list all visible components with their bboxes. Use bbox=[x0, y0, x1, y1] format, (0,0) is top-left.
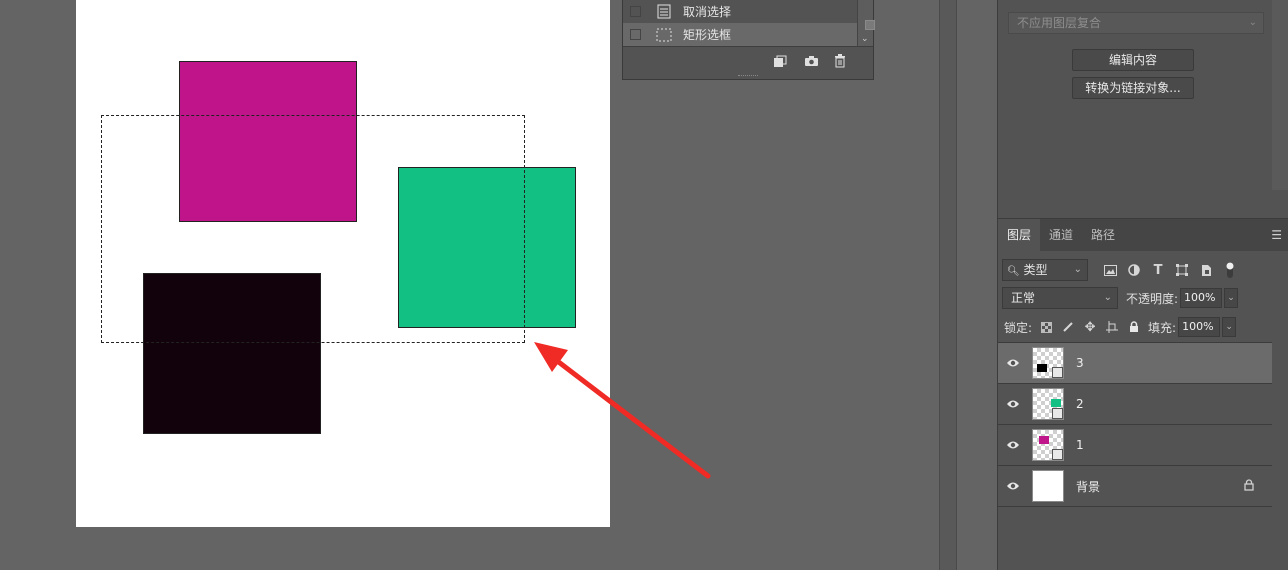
layer-name[interactable]: 背景 bbox=[1076, 478, 1100, 495]
smart-object-filter-icon[interactable] bbox=[1198, 262, 1214, 278]
document-icon bbox=[656, 4, 672, 20]
lock-image-pixels-icon[interactable] bbox=[1060, 319, 1076, 335]
history-toolbar bbox=[623, 46, 873, 80]
chevron-down-icon: ⌄ bbox=[1103, 292, 1112, 303]
layers-panel-tabs: 图层 通道 路径 bbox=[998, 219, 1288, 251]
adjustment-layer-filter-icon[interactable] bbox=[1126, 262, 1142, 278]
history-panel: 取消选择 矩形选框 ⌄ bbox=[622, 0, 875, 80]
camera-icon[interactable] bbox=[802, 53, 820, 69]
lock-icon[interactable] bbox=[1244, 479, 1254, 494]
scroll-thumb[interactable] bbox=[865, 20, 875, 30]
green-square[interactable] bbox=[398, 167, 576, 328]
layer-comp-select[interactable]: 不应用图层复合 ⌄ bbox=[1008, 12, 1264, 34]
opacity-label: 不透明度: bbox=[1126, 291, 1179, 306]
fill-label: 填充: bbox=[1148, 320, 1177, 335]
blend-mode-select[interactable]: 正常 ⌄ bbox=[1002, 287, 1118, 309]
layer-filter-row: 🔍︎ 类型 ⌄ T bbox=[1002, 259, 1286, 281]
fill-dropdown[interactable]: ⌄ bbox=[1222, 317, 1237, 337]
dock-separator[interactable] bbox=[939, 0, 957, 570]
tab-channels[interactable]: 通道 bbox=[1040, 219, 1082, 251]
layer-thumbnail[interactable] bbox=[1032, 470, 1064, 502]
chevron-down-icon: ⌄ bbox=[1248, 17, 1257, 28]
layer-name[interactable]: 3 bbox=[1076, 356, 1084, 370]
opacity-dropdown[interactable]: ⌄ bbox=[1224, 288, 1239, 308]
history-checkbox[interactable] bbox=[630, 6, 641, 17]
black-square[interactable] bbox=[143, 273, 321, 434]
layer-list: 3 2 1 背景 bbox=[998, 342, 1272, 507]
layer-color-swatch bbox=[1051, 399, 1061, 407]
layer-row[interactable]: 背景 bbox=[998, 466, 1272, 507]
tab-paths[interactable]: 路径 bbox=[1082, 219, 1124, 251]
smart-object-badge-icon bbox=[1052, 408, 1063, 419]
layer-row[interactable]: 3 bbox=[998, 343, 1272, 384]
fill-input[interactable]: 100% bbox=[1178, 317, 1221, 337]
lock-artboard-icon[interactable] bbox=[1104, 319, 1120, 335]
blend-mode-value: 正常 bbox=[1011, 291, 1036, 305]
history-item-label: 取消选择 bbox=[683, 5, 732, 19]
resize-grip[interactable] bbox=[738, 75, 758, 78]
eye-icon[interactable] bbox=[998, 399, 1028, 409]
chevron-down-icon[interactable]: ⌄ bbox=[861, 34, 869, 44]
new-document-from-state-button[interactable] bbox=[771, 53, 789, 69]
history-item-deselect[interactable]: 取消选择 bbox=[623, 0, 859, 23]
history-item-rect-marquee[interactable]: 矩形选框 bbox=[623, 23, 859, 46]
layer-thumbnail[interactable] bbox=[1032, 388, 1064, 420]
photoshop-window: 取消选择 矩形选框 ⌄ 不应用图层复合 ⌄ 编辑内容 转换为链接对象... 图层… bbox=[0, 0, 1288, 570]
search-icon: 🔍︎ bbox=[1007, 266, 1020, 277]
filter-kind-value: 类型 bbox=[1023, 263, 1048, 277]
smart-object-badge-icon bbox=[1052, 367, 1063, 378]
properties-panel: 不应用图层复合 ⌄ 编辑内容 转换为链接对象... bbox=[997, 0, 1288, 218]
layer-thumbnail[interactable] bbox=[1032, 347, 1064, 379]
shape-layer-filter-icon[interactable] bbox=[1174, 262, 1190, 278]
document-canvas[interactable] bbox=[76, 0, 610, 527]
pixel-layer-filter-icon[interactable] bbox=[1102, 262, 1118, 278]
magenta-square[interactable] bbox=[179, 61, 357, 222]
panel-menu-icon[interactable]: ☰ bbox=[1271, 228, 1282, 242]
lock-all-icon[interactable] bbox=[1126, 319, 1142, 335]
filter-kind-select[interactable]: 🔍︎ 类型 ⌄ bbox=[1002, 259, 1088, 281]
smart-object-badge-icon bbox=[1052, 449, 1063, 460]
layer-name[interactable]: 1 bbox=[1076, 438, 1084, 452]
chevron-down-icon: ⌄ bbox=[1073, 264, 1082, 275]
history-item-label: 矩形选框 bbox=[683, 28, 732, 42]
history-checkbox[interactable] bbox=[630, 29, 641, 40]
lock-fill-row: 锁定: ✥ 填充: 100% ⌄ bbox=[1004, 316, 1288, 338]
layer-row[interactable]: 1 bbox=[998, 425, 1272, 466]
edit-contents-button[interactable]: 编辑内容 bbox=[1072, 49, 1194, 71]
type-layer-filter-icon[interactable]: T bbox=[1150, 262, 1166, 278]
layers-panel: 图层 通道 路径 ☰ 🔍︎ 类型 ⌄ T 正常 ⌄ 不透明度: 100% ⌄ 锁… bbox=[997, 218, 1288, 570]
lock-label: 锁定: bbox=[1004, 320, 1033, 335]
convert-to-linked-button[interactable]: 转换为链接对象... bbox=[1072, 77, 1194, 99]
lock-transparent-pixels-icon[interactable] bbox=[1038, 319, 1054, 335]
eye-icon[interactable] bbox=[998, 358, 1028, 368]
tab-layers[interactable]: 图层 bbox=[998, 219, 1041, 251]
layer-thumbnail[interactable] bbox=[1032, 429, 1064, 461]
blend-opacity-row: 正常 ⌄ 不透明度: 100% ⌄ bbox=[1002, 287, 1286, 309]
layer-comp-value: 不应用图层复合 bbox=[1017, 16, 1102, 30]
opacity-input[interactable]: 100% bbox=[1180, 288, 1223, 308]
lock-position-icon[interactable]: ✥ bbox=[1082, 319, 1098, 335]
layer-row[interactable]: 2 bbox=[998, 384, 1272, 425]
layer-color-swatch bbox=[1039, 436, 1049, 444]
trash-icon[interactable] bbox=[831, 53, 849, 69]
layer-name[interactable]: 2 bbox=[1076, 397, 1084, 411]
history-scrollbar[interactable]: ⌄ bbox=[857, 0, 875, 46]
properties-scrollbar[interactable] bbox=[1272, 0, 1288, 190]
eye-icon[interactable] bbox=[998, 481, 1028, 491]
filter-toggle-switch[interactable] bbox=[1222, 262, 1238, 278]
rect-marquee-icon bbox=[656, 27, 672, 43]
eye-icon[interactable] bbox=[998, 440, 1028, 450]
layer-color-swatch bbox=[1037, 364, 1047, 372]
